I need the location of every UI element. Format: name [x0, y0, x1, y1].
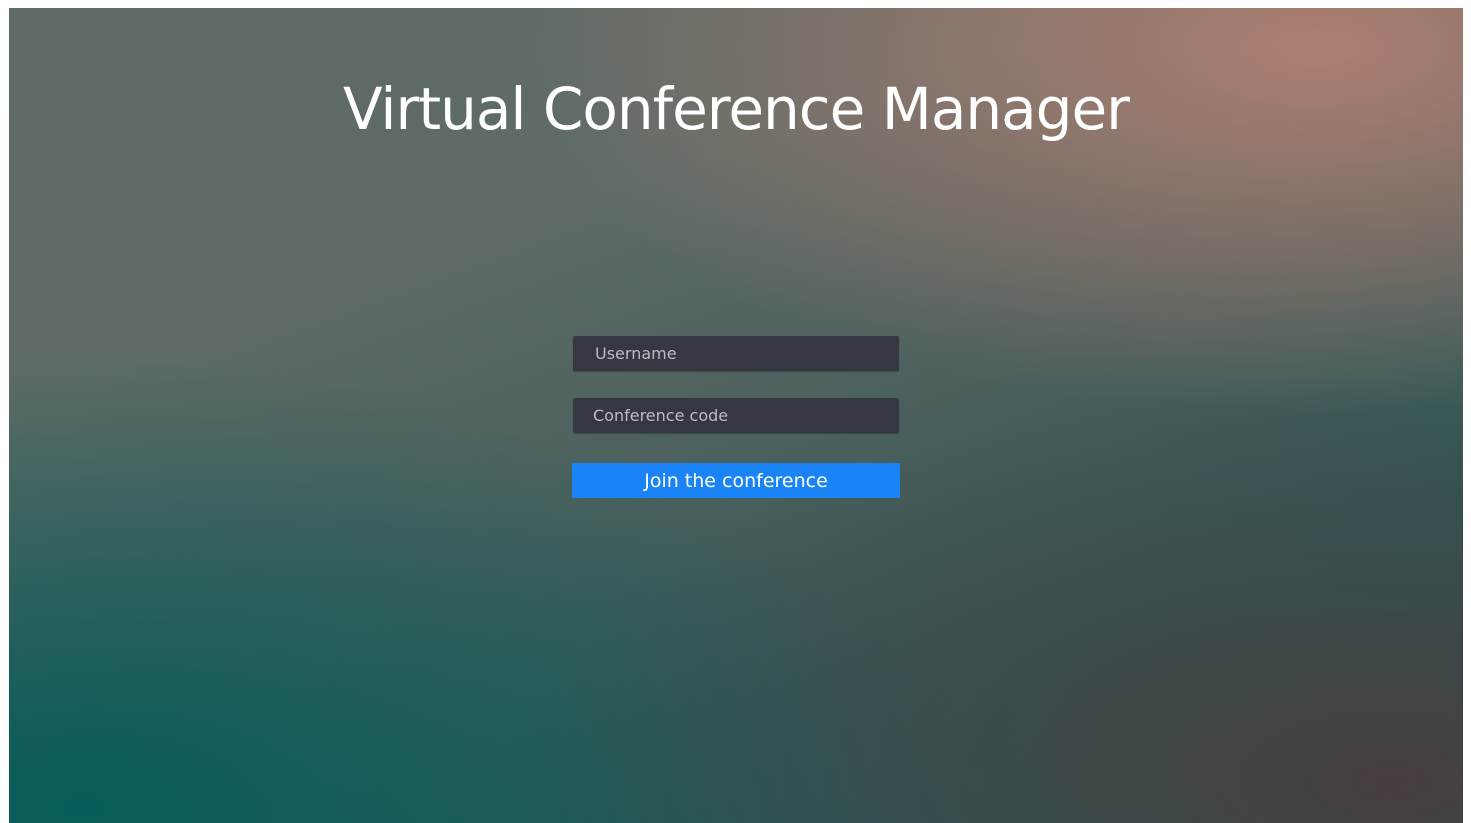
app-background: Virtual Conference Manager Join the conf…	[9, 8, 1463, 823]
page-title: Virtual Conference Manager	[342, 74, 1130, 143]
join-conference-button[interactable]: Join the conference	[572, 463, 900, 498]
username-input[interactable]	[573, 336, 899, 371]
conference-code-input[interactable]	[573, 398, 899, 433]
